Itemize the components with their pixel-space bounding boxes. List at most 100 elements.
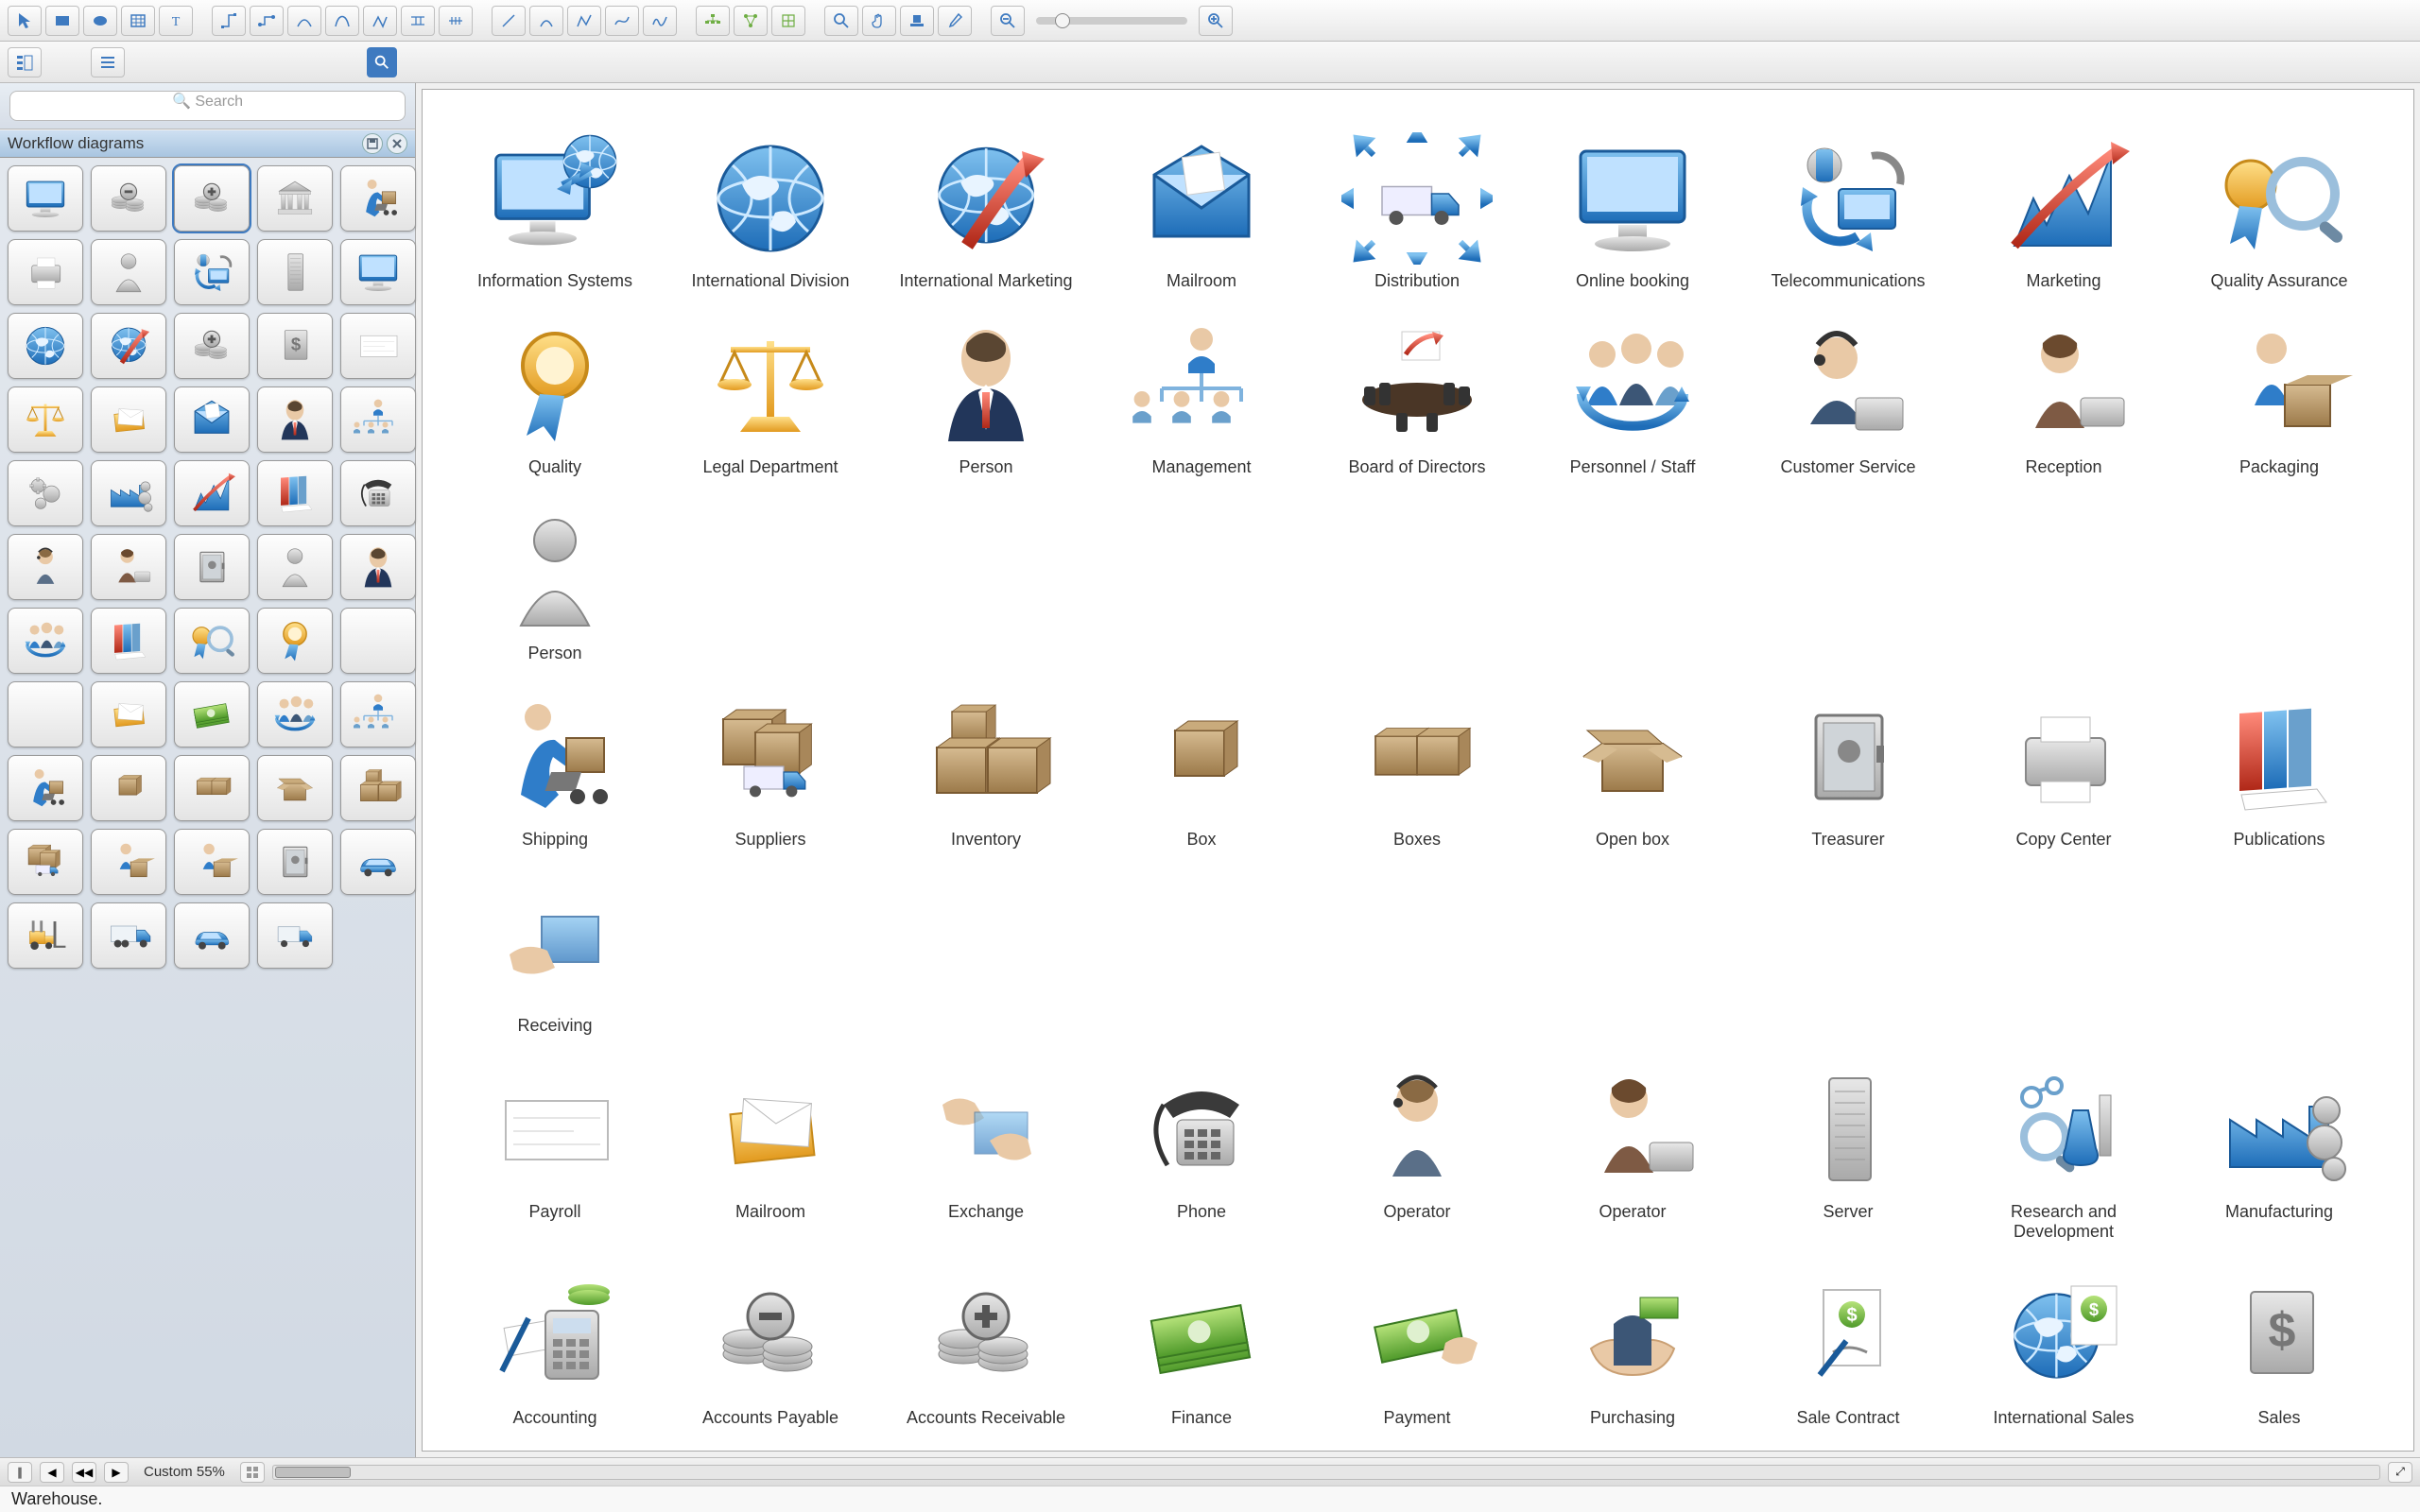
library-thumb-car[interactable] xyxy=(340,829,416,895)
page-prev-button[interactable]: ◀ xyxy=(40,1462,64,1483)
stamp-button[interactable] xyxy=(900,6,934,36)
library-thumb-team[interactable] xyxy=(8,608,83,674)
clip-operator-f2[interactable]: Operator xyxy=(1538,1058,1727,1242)
cursor-button[interactable] xyxy=(8,6,42,36)
clip-chart-up[interactable]: Marketing xyxy=(1969,128,2158,291)
library-thumb-folder2[interactable] xyxy=(91,681,166,747)
library-thumb-server[interactable] xyxy=(257,239,333,305)
library-thumb-laptop[interactable] xyxy=(340,239,416,305)
library-thumb-woman2[interactable] xyxy=(91,534,166,600)
library-thumb-scales[interactable] xyxy=(8,387,83,453)
clip-suppliers[interactable]: Suppliers xyxy=(676,686,865,850)
page-first-button[interactable]: ◀◀ xyxy=(72,1462,96,1483)
clip-telecom[interactable]: Telecommunications xyxy=(1754,128,1943,291)
library-thumb-woman[interactable] xyxy=(8,534,83,600)
horizontal-scrollbar[interactable] xyxy=(272,1465,2380,1480)
library-thumb-blank[interactable] xyxy=(340,608,416,674)
freehand-button[interactable] xyxy=(643,6,677,36)
clip-staff[interactable]: Personnel / Staff xyxy=(1538,314,1727,477)
canvas-viewport[interactable]: Information Systems International Divisi… xyxy=(422,89,2414,1452)
nodes-button[interactable] xyxy=(734,6,768,36)
library-thumb-truck2[interactable] xyxy=(257,902,333,969)
library-thumb-phone[interactable] xyxy=(340,460,416,526)
clip-envelope[interactable]: Mailroom xyxy=(1107,128,1296,291)
library-thumb-container[interactable] xyxy=(174,534,250,600)
library-thumb-globe-arrow[interactable] xyxy=(91,313,166,379)
clip-safe[interactable]: Treasurer xyxy=(1754,686,1943,850)
library-thumb-safe[interactable] xyxy=(257,829,333,895)
library-thumb-envelope[interactable] xyxy=(174,387,250,453)
line-angle-button[interactable] xyxy=(212,6,246,36)
eyedropper-button[interactable] xyxy=(938,6,972,36)
zoom-slider-thumb[interactable] xyxy=(1055,13,1070,28)
clip-truck-arrows[interactable]: Distribution xyxy=(1322,128,1512,291)
rect-button[interactable] xyxy=(45,6,79,36)
line-bezier-button[interactable] xyxy=(325,6,359,36)
clip-globe[interactable]: International Division xyxy=(676,128,865,291)
clip-coins-minus[interactable]: Accounts Payable xyxy=(676,1264,865,1428)
clip-cash[interactable]: Finance xyxy=(1107,1264,1296,1428)
zoom-level-label[interactable]: Custom 55% xyxy=(136,1464,233,1480)
clip-accounting[interactable]: Accounting xyxy=(460,1264,649,1428)
line-multi-button[interactable] xyxy=(363,6,397,36)
library-thumb-book[interactable] xyxy=(257,460,333,526)
library-thumb-books[interactable] xyxy=(91,608,166,674)
clip-ribbon-glass[interactable]: Quality Assurance xyxy=(2185,128,2374,291)
expand-button[interactable]: ⤢ xyxy=(2388,1462,2412,1483)
line-bus-button[interactable] xyxy=(439,6,473,36)
clip-books[interactable]: Publications xyxy=(2185,686,2374,850)
clip-printer[interactable]: Copy Center xyxy=(1969,686,2158,850)
library-thumb-machine[interactable] xyxy=(91,460,166,526)
library-thumb-printer[interactable] xyxy=(8,239,83,305)
clip-suit[interactable]: Person xyxy=(891,314,1080,477)
clip-operator-f[interactable]: Operator xyxy=(1322,1058,1512,1242)
library-thumb-person-run[interactable] xyxy=(340,165,416,232)
clip-coins-plus[interactable]: Accounts Receivable xyxy=(891,1264,1080,1428)
zoom-in-button[interactable] xyxy=(1199,6,1233,36)
library-thumb-coins-plus[interactable] xyxy=(174,165,250,232)
panel-search-button[interactable] xyxy=(367,47,397,77)
clip-box[interactable]: Box xyxy=(1107,686,1296,850)
hand-button[interactable] xyxy=(862,6,896,36)
clip-boxes[interactable]: Boxes xyxy=(1322,686,1512,850)
library-thumb-money-cycle[interactable] xyxy=(174,313,250,379)
table-button[interactable] xyxy=(121,6,155,36)
library-save-button[interactable] xyxy=(362,133,383,154)
line-cross-button[interactable] xyxy=(401,6,435,36)
clip-contract[interactable]: Sale Contract xyxy=(1754,1264,1943,1428)
pages-pause-button[interactable]: ∥ xyxy=(8,1462,32,1483)
library-thumb-cash[interactable] xyxy=(174,681,250,747)
library-thumb-avatar[interactable] xyxy=(257,534,333,600)
panel-list-button[interactable] xyxy=(91,47,125,77)
clip-phone[interactable]: Phone xyxy=(1107,1058,1296,1242)
library-thumb-boxes[interactable] xyxy=(174,755,250,821)
clip-reception[interactable]: Reception xyxy=(1969,314,2158,477)
library-thumb-man[interactable] xyxy=(340,534,416,600)
line-button[interactable] xyxy=(492,6,526,36)
tree-button[interactable] xyxy=(696,6,730,36)
clip-board[interactable]: Board of Directors xyxy=(1322,314,1512,477)
library-search-input[interactable]: 🔍 Search xyxy=(9,91,406,121)
library-thumb-pallet[interactable] xyxy=(8,829,83,895)
library-thumb-receipt[interactable] xyxy=(340,313,416,379)
library-thumb-cart[interactable] xyxy=(91,829,166,895)
library-thumb-network[interactable] xyxy=(174,239,250,305)
ellipse-button[interactable] xyxy=(83,6,117,36)
clip-server[interactable]: Server xyxy=(1754,1058,1943,1242)
clip-avatar[interactable]: Person xyxy=(460,500,649,663)
library-thumb-people[interactable] xyxy=(257,681,333,747)
mesh-button[interactable] xyxy=(771,6,805,36)
clip-inventory[interactable]: Inventory xyxy=(891,686,1080,850)
library-thumb-monitor[interactable] xyxy=(8,165,83,232)
clip-handshake-cash[interactable]: Purchasing xyxy=(1538,1264,1727,1428)
library-thumb-org[interactable] xyxy=(340,387,416,453)
library-thumb-blank[interactable] xyxy=(8,681,83,747)
library-thumb-folder[interactable] xyxy=(91,387,166,453)
spline-button[interactable] xyxy=(605,6,639,36)
clip-open-box[interactable]: Open box xyxy=(1538,686,1727,850)
library-thumb-box-open[interactable] xyxy=(257,755,333,821)
text-button[interactable]: T xyxy=(159,6,193,36)
library-thumb-forklift[interactable] xyxy=(8,902,83,969)
library-thumb-flow[interactable] xyxy=(340,681,416,747)
library-thumb-gears[interactable] xyxy=(8,460,83,526)
